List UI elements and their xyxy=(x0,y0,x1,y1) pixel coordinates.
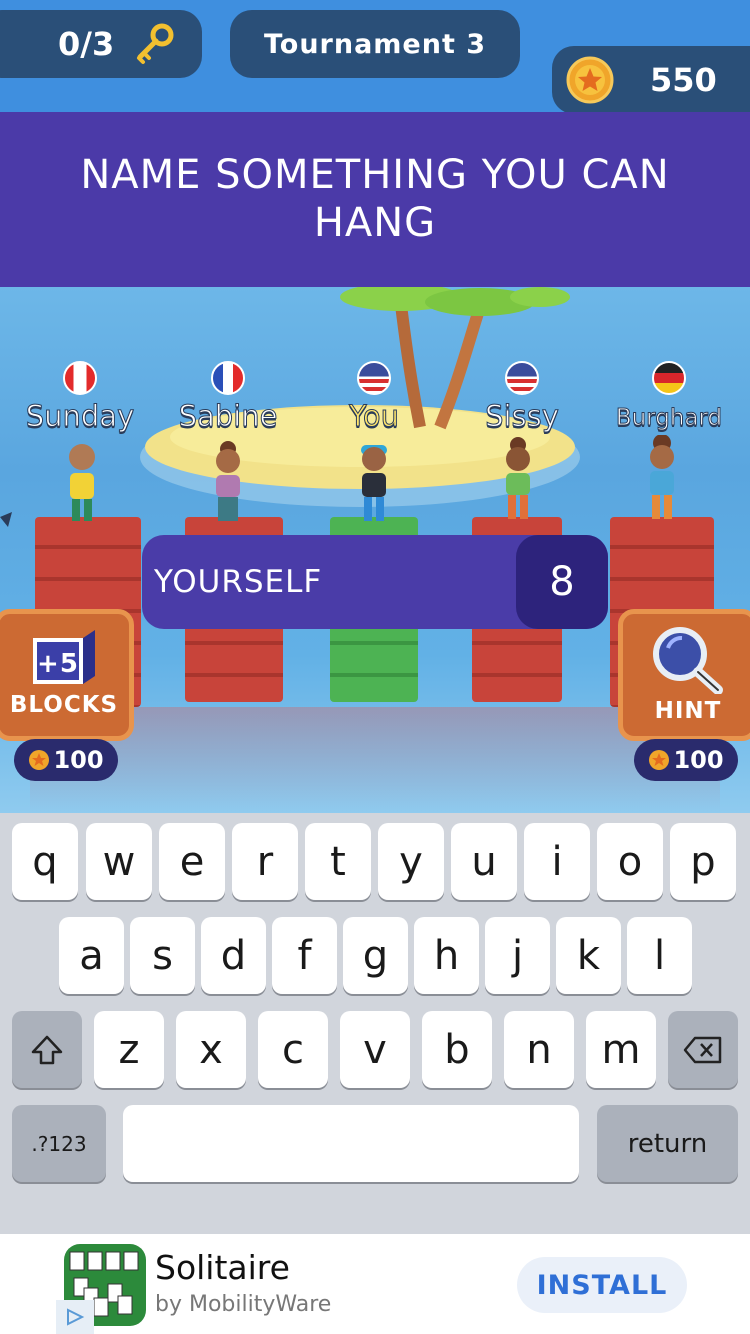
key-q[interactable]: q xyxy=(12,823,78,900)
player-burghard: Burghard xyxy=(594,361,744,432)
answer-word: YOURSELF xyxy=(154,564,323,600)
hint-cost: 100 xyxy=(634,739,738,781)
blocks-cost-value: 100 xyxy=(53,746,104,774)
key-e[interactable]: e xyxy=(159,823,225,900)
shift-key[interactable] xyxy=(12,1011,82,1088)
player-sissy: Sissy xyxy=(447,361,597,434)
space-key[interactable] xyxy=(123,1105,579,1182)
key-n[interactable]: n xyxy=(504,1011,574,1088)
delete-icon xyxy=(683,1036,722,1063)
key-m[interactable]: m xyxy=(586,1011,656,1088)
blocks-label: BLOCKS xyxy=(9,692,119,718)
key-l[interactable]: l xyxy=(627,917,692,994)
ad-banner[interactable]: Solitaire by MobilityWare INSTALL xyxy=(0,1234,750,1334)
key-g[interactable]: g xyxy=(343,917,408,994)
keys-count: 0/3 xyxy=(58,25,115,63)
key-c[interactable]: c xyxy=(258,1011,328,1088)
answer-bar: YOURSELF 8 xyxy=(142,535,608,629)
key-j[interactable]: j xyxy=(485,917,550,994)
character-burghard xyxy=(650,435,674,519)
key-s[interactable]: s xyxy=(130,917,195,994)
coin-balance[interactable]: 550 xyxy=(552,46,750,114)
player-sabine: Sabine xyxy=(153,361,303,434)
answer-letter-count: 8 xyxy=(516,535,608,629)
player-you: You xyxy=(299,361,449,434)
ad-publisher: by MobilityWare xyxy=(155,1292,332,1317)
blocks-cost: 100 xyxy=(14,739,118,781)
key-z[interactable]: z xyxy=(94,1011,164,1088)
adchoices-icon[interactable] xyxy=(56,1300,94,1334)
character-sunday xyxy=(69,444,95,521)
character-sabine xyxy=(216,441,240,521)
question-text: NAME SOMETHING YOU CAN HANG xyxy=(80,152,670,246)
player-name: Sissy xyxy=(485,399,560,434)
key-x[interactable]: x xyxy=(176,1011,246,1088)
key-icon xyxy=(137,23,174,64)
return-key[interactable]: return xyxy=(597,1105,738,1182)
key-f[interactable]: f xyxy=(272,917,337,994)
player-name: Sunday xyxy=(25,399,135,434)
install-button[interactable]: INSTALL xyxy=(517,1257,687,1313)
character-you xyxy=(361,445,387,521)
hint-label: HINT xyxy=(654,698,722,724)
tournament-label: Tournament 3 xyxy=(263,28,487,60)
on-screen-keyboard: q w e r t y u i o p a s d f g h j k l z … xyxy=(0,813,750,1234)
key-r[interactable]: r xyxy=(232,823,298,900)
star-coin-icon xyxy=(649,750,670,770)
star-coin-icon xyxy=(29,750,50,770)
key-i[interactable]: i xyxy=(524,823,590,900)
player-name: Sabine xyxy=(178,399,278,434)
germany-flag-icon xyxy=(652,361,686,395)
coin-count: 550 xyxy=(650,61,717,99)
magnifier-icon xyxy=(653,627,723,694)
key-h[interactable]: h xyxy=(414,917,479,994)
key-k[interactable]: k xyxy=(556,917,621,994)
top-hud: 0/3 Tournament 3 550 xyxy=(0,0,750,114)
question-banner: NAME SOMETHING YOU CAN HANG xyxy=(0,112,750,287)
key-w[interactable]: w xyxy=(86,823,152,900)
key-d[interactable]: d xyxy=(201,917,266,994)
ad-app-name: Solitaire xyxy=(155,1248,290,1287)
usa-flag-icon xyxy=(357,361,391,395)
keys-counter: 0/3 xyxy=(0,10,202,78)
key-t[interactable]: t xyxy=(305,823,371,900)
player-name: You xyxy=(349,399,400,434)
shift-icon xyxy=(31,1035,63,1064)
canada-flag-icon xyxy=(63,361,97,395)
star-coin-icon xyxy=(566,56,614,104)
hint-powerup-button[interactable]: HINT xyxy=(618,609,750,741)
tournament-pill[interactable]: Tournament 3 xyxy=(230,10,520,78)
delete-key[interactable] xyxy=(668,1011,738,1088)
usa-flag-icon xyxy=(505,361,539,395)
hint-cost-value: 100 xyxy=(673,746,724,774)
character-sissy xyxy=(506,437,530,519)
game-scene: Sunday Sabine You Sissy Burghard YOURSEL… xyxy=(0,287,750,813)
key-a[interactable]: a xyxy=(59,917,124,994)
player-sunday: Sunday xyxy=(5,361,155,434)
key-v[interactable]: v xyxy=(340,1011,410,1088)
blocks-badge: +5 xyxy=(37,649,79,679)
player-name: Burghard xyxy=(615,405,723,432)
blocks-cube-icon: +5 xyxy=(33,630,95,684)
france-flag-icon xyxy=(211,361,245,395)
key-u[interactable]: u xyxy=(451,823,517,900)
key-y[interactable]: y xyxy=(378,823,444,900)
key-p[interactable]: p xyxy=(670,823,736,900)
key-o[interactable]: o xyxy=(597,823,663,900)
numbers-key[interactable]: .?123 xyxy=(12,1105,106,1182)
key-b[interactable]: b xyxy=(422,1011,492,1088)
blocks-powerup-button[interactable]: +5 BLOCKS xyxy=(0,609,134,741)
